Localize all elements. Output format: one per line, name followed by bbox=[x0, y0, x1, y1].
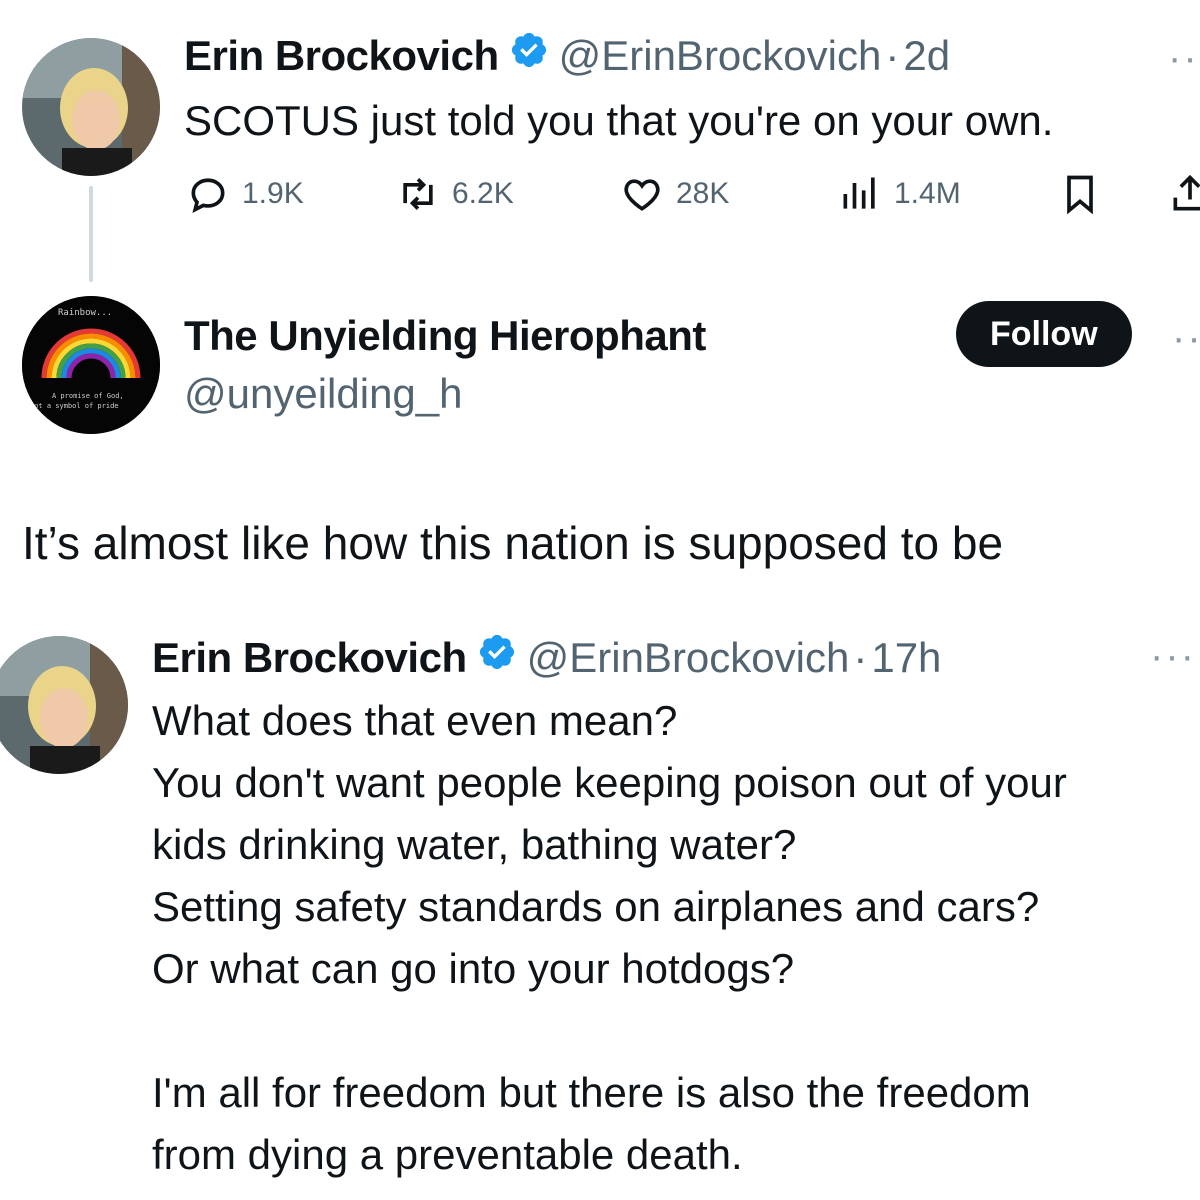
share-icon bbox=[1173, 174, 1200, 211]
bookmark-button[interactable] bbox=[1058, 172, 1102, 216]
views-count: 1.4M bbox=[894, 177, 961, 210]
views-chart-icon bbox=[843, 177, 875, 209]
tweet2-line: from dying a preventable death. bbox=[152, 1131, 743, 1178]
avatar-caption-line1: A promise of God, bbox=[52, 392, 124, 400]
author-handle[interactable]: @ErinBrockovich bbox=[559, 32, 882, 80]
reply-icon bbox=[191, 178, 225, 214]
like-count: 28K bbox=[676, 177, 730, 210]
author-handle[interactable]: @ErinBrockovich bbox=[527, 634, 850, 682]
like-button[interactable]: 28K bbox=[620, 172, 729, 216]
reply-text: It’s almost like how this nation is supp… bbox=[22, 517, 1004, 569]
profile-handle[interactable]: @unyeilding_h bbox=[184, 370, 463, 418]
author-name[interactable]: Erin Brockovich bbox=[152, 634, 467, 682]
avatar-photo bbox=[22, 38, 160, 176]
tweet2-blank-line bbox=[152, 1000, 1200, 1062]
separator-dot: · bbox=[853, 634, 868, 681]
tweet2-header: Erin Brockovich @ErinBrockovich · 17h bbox=[152, 632, 941, 682]
retweet-icon bbox=[403, 178, 433, 210]
avatar-erin-brockovich[interactable] bbox=[22, 38, 160, 176]
views-button[interactable]: 1.4M bbox=[838, 172, 961, 216]
share-button[interactable] bbox=[1168, 172, 1200, 216]
timestamp[interactable]: 17h bbox=[871, 634, 941, 682]
tweet2-line: You don't want people keeping poison out… bbox=[152, 759, 1067, 806]
separator-dot: · bbox=[885, 32, 900, 79]
tweet2-line: I'm all for freedom but there is also th… bbox=[152, 1069, 1031, 1116]
bookmark-icon bbox=[1067, 175, 1093, 215]
tweet1-text: SCOTUS just told you that you're on your… bbox=[184, 97, 1054, 144]
avatar-erin-brockovich-2[interactable] bbox=[0, 636, 128, 774]
profile-display-name[interactable]: The Unyielding Hierophant bbox=[184, 312, 706, 360]
reply-button[interactable]: 1.9K bbox=[186, 172, 304, 216]
reply-count: 1.9K bbox=[242, 177, 304, 210]
tweet2-line: Setting safety standards on airplanes an… bbox=[152, 883, 1040, 930]
heart-icon bbox=[624, 179, 660, 211]
verified-badge-icon bbox=[479, 634, 514, 670]
tweet2-line: What does that even mean? bbox=[152, 697, 678, 744]
avatar-caption-line2: not a symbol of pride bbox=[30, 402, 119, 410]
author-name[interactable]: Erin Brockovich bbox=[184, 32, 499, 80]
retweet-count: 6.2K bbox=[452, 177, 514, 210]
tweet2-body: What does that even mean? You don't want… bbox=[152, 690, 1200, 1186]
more-options-icon[interactable]: ·· bbox=[1168, 36, 1199, 81]
more-options-icon-2[interactable]: ··· bbox=[1150, 634, 1196, 679]
verified-badge-icon bbox=[511, 32, 546, 68]
profile-more-options-icon[interactable]: ·· bbox=[1172, 316, 1200, 361]
avatar-unyielding-hierophant[interactable]: Rainbow... A promise of God, not a symbo… bbox=[22, 296, 160, 434]
tweet1-header: Erin Brockovich @ErinBrockovich · 2d bbox=[184, 30, 950, 80]
thread-connector bbox=[89, 186, 93, 282]
retweet-button[interactable]: 6.2K bbox=[396, 172, 514, 216]
avatar-caption-top: Rainbow... bbox=[58, 308, 113, 318]
avatar-photo bbox=[0, 636, 128, 774]
tweet2-line: Or what can go into your hotdogs? bbox=[152, 945, 795, 992]
timestamp[interactable]: 2d bbox=[903, 32, 950, 80]
tweet2-line: kids drinking water, bathing water? bbox=[152, 821, 797, 868]
follow-button[interactable]: Follow bbox=[956, 301, 1132, 367]
